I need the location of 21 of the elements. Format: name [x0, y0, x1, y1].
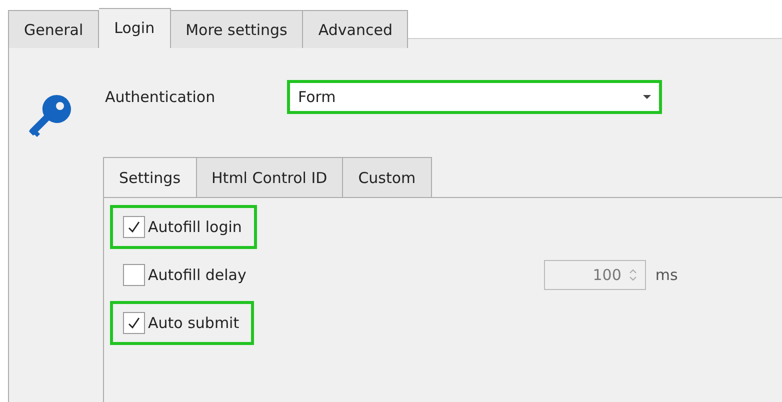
checkbox-label: Autofill login	[148, 218, 242, 236]
tab[interactable]: Advanced	[303, 10, 408, 48]
checkbox-label: Autofill delay	[148, 266, 246, 284]
checkmark-icon	[127, 316, 141, 330]
unit-label: ms	[655, 266, 678, 284]
tab[interactable]: More settings	[170, 10, 304, 48]
checkbox[interactable]	[123, 216, 145, 238]
checkbox-label: Auto submit	[148, 314, 240, 332]
authentication-label: Authentication	[105, 88, 216, 106]
tab[interactable]: Html Control ID	[196, 157, 344, 197]
checkbox[interactable]	[123, 312, 145, 334]
spin-arrows-icon	[629, 268, 638, 282]
caret-icon	[643, 95, 651, 99]
tab[interactable]: Settings	[103, 157, 197, 197]
tab[interactable]: General	[8, 10, 100, 48]
tab[interactable]: Custom	[342, 157, 432, 197]
checkbox[interactable]	[123, 264, 145, 286]
tab[interactable]: Login	[99, 8, 171, 48]
key-icon	[27, 93, 73, 139]
checkmark-icon	[127, 220, 141, 234]
authentication-dropdown[interactable]: Form	[287, 80, 662, 114]
